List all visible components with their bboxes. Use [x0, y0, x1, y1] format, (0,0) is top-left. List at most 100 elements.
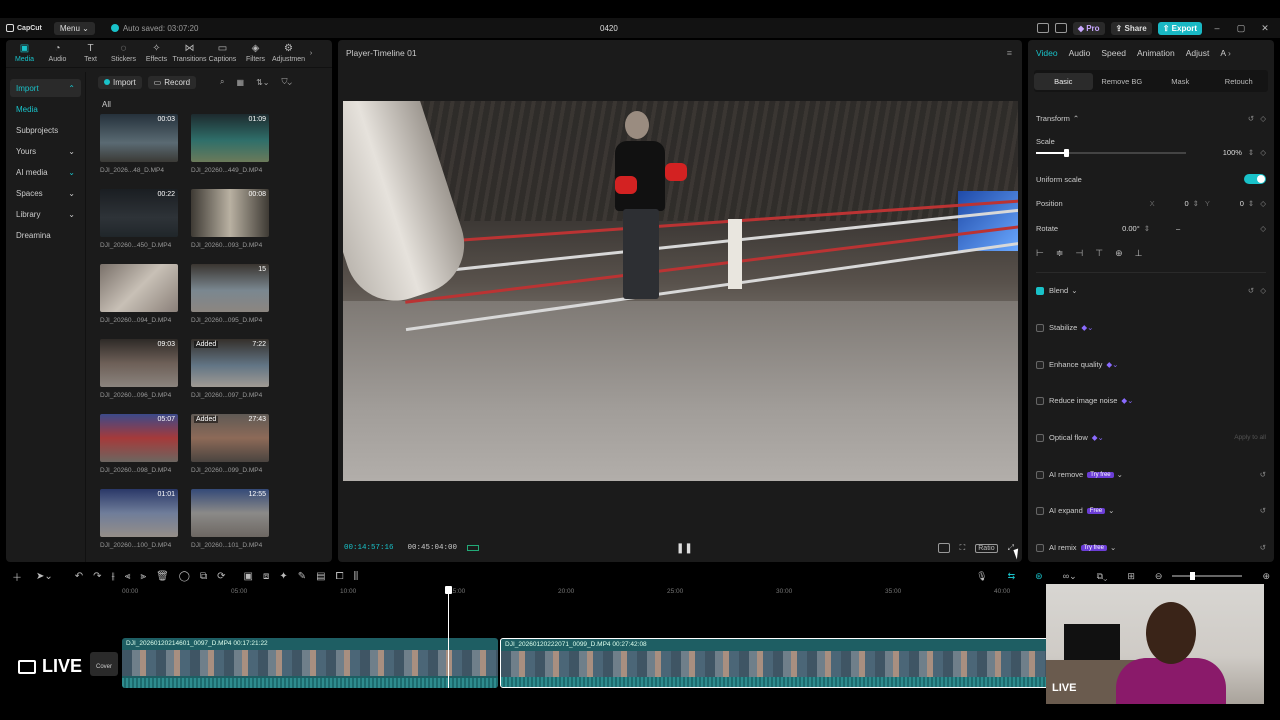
zoom-out-icon[interactable]: ⊖ — [1155, 571, 1163, 582]
tab-effects[interactable]: ✧ Effects — [140, 40, 173, 67]
keyframe-icon[interactable]: ◇ — [1260, 286, 1266, 295]
transform-header[interactable]: Transform ⌃ ↺ ◇ — [1036, 114, 1266, 123]
tab-video[interactable]: Video — [1034, 48, 1067, 58]
sidebar-item-spaces[interactable]: Spaces ⌄ — [10, 184, 81, 202]
checkbox[interactable] — [1036, 323, 1044, 332]
import-button[interactable]: Import — [98, 75, 142, 89]
mark-icon[interactable]: ◯ — [179, 571, 190, 582]
media-item[interactable]: 05:07 DJI_20260...098_D.MP4 — [100, 414, 180, 489]
subtab-mask[interactable]: Mask — [1151, 73, 1210, 90]
reset-icon[interactable]: ↺ — [1260, 506, 1266, 515]
align-center-icon[interactable]: ≑ — [1056, 248, 1064, 259]
preview-axis-icon[interactable]: ⧉⌄ — [1097, 571, 1108, 582]
microphone-icon[interactable]: 🎙 — [976, 571, 987, 582]
split-right-icon[interactable]: ⫸ — [140, 571, 146, 582]
align-right-icon[interactable]: ⊣ — [1075, 248, 1083, 259]
tab-adjust[interactable]: Adjust — [1184, 48, 1219, 58]
sidebar-item-media[interactable]: Media — [10, 100, 81, 118]
speed-icon[interactable]: ⟳ — [217, 571, 225, 582]
position-y-field[interactable]: Y 0 ⇕ — [1205, 199, 1254, 208]
keyframe-icon[interactable]: ◇ — [1260, 114, 1266, 123]
align-left-icon[interactable]: ⊢ — [1036, 248, 1044, 259]
filter-all[interactable]: All — [102, 100, 111, 109]
tools-next-icon[interactable]: › — [305, 40, 317, 67]
add-track-icon[interactable]: ＋ — [12, 569, 22, 584]
sort-icon[interactable]: ⇅⌄ — [256, 78, 269, 87]
minimize-icon[interactable]: – — [1208, 23, 1226, 33]
sidebar-item-ai-media[interactable]: AI media ⌄ — [10, 163, 81, 181]
split-icon[interactable]: ⫲ — [112, 571, 115, 582]
crop-icon[interactable]: ⧉ — [200, 571, 207, 582]
filter-icon[interactable]: ⛉⌄ — [281, 77, 291, 87]
fit-icon[interactable]: ⊞ — [1127, 571, 1135, 582]
checkbox[interactable] — [1036, 286, 1044, 295]
player-menu-icon[interactable]: ≡ — [1007, 48, 1012, 58]
stepper-icon[interactable]: ⇕ — [1144, 224, 1150, 233]
tab-animation[interactable]: Animation — [1135, 48, 1184, 58]
project-title[interactable]: 0420 — [600, 24, 618, 33]
scale-slider[interactable] — [1036, 148, 1186, 157]
magic-icon[interactable]: ✎ — [298, 571, 306, 582]
quality-icon[interactable] — [937, 543, 950, 553]
split-left-icon[interactable]: ⫷ — [125, 571, 131, 582]
timeline-clip-2[interactable]: DJI_20260120222071_0099_D.MP4 00:27:42:0… — [500, 638, 1050, 688]
apply-to-all-button[interactable]: Apply to all — [1234, 434, 1266, 441]
layout-icon[interactable] — [1036, 23, 1049, 33]
media-item[interactable]: Added 27:43 DJI_20260...099_D.MP4 — [191, 414, 271, 489]
caption-tool-icon[interactable]: ▤ — [316, 571, 325, 582]
media-item[interactable]: 01:01 DJI_20260...100_D.MP4 — [100, 489, 180, 564]
ai-cutout-icon[interactable]: ✦ — [279, 571, 287, 582]
media-item[interactable]: 09:03 DJI_20260...096_D.MP4 — [100, 339, 180, 414]
stepper-icon[interactable]: ⇕ — [1193, 199, 1199, 208]
pro-button[interactable]: ◆ Pro — [1072, 21, 1105, 35]
tabs-next-icon[interactable]: › — [1228, 48, 1231, 58]
tab-stickers[interactable]: ◌ Stickers — [107, 40, 140, 67]
reset-icon[interactable]: ↺ — [1260, 470, 1266, 479]
keyframe-icon[interactable]: ◇ — [1260, 148, 1266, 157]
crop-icon[interactable]: ⛶ — [960, 543, 966, 553]
ratio-button[interactable]: Ratio — [975, 543, 998, 553]
subtab-retouch[interactable]: Retouch — [1210, 73, 1269, 90]
grid-view-icon[interactable]: ▦ — [237, 78, 245, 87]
video-preview[interactable] — [343, 101, 1018, 481]
freeze-icon[interactable]: ▣ — [244, 571, 253, 582]
subtitle-icon[interactable]: ⧠ — [336, 571, 344, 582]
subtab-basic[interactable]: Basic — [1034, 72, 1093, 90]
export-button[interactable]: ⇧ Export — [1157, 21, 1202, 35]
timecode-format-icon[interactable] — [467, 545, 480, 551]
option-reduce-noise[interactable]: Reduce image noise ◆⌄ — [1036, 396, 1266, 405]
reset-icon[interactable]: ↺ — [1248, 286, 1254, 295]
keyframe-icon[interactable]: ◇ — [1260, 199, 1266, 208]
checkbox[interactable] — [1036, 506, 1044, 515]
tab-media[interactable]: ▣ Media — [8, 40, 41, 67]
media-item[interactable]: 01:09 DJI_20260...449_D.MP4 — [191, 114, 271, 189]
linkage-icon[interactable]: ⊛ — [1035, 571, 1043, 582]
redo-icon[interactable]: ↷ — [93, 571, 101, 582]
rotate-flip-button[interactable]: – — [1176, 224, 1180, 233]
sidebar-item-import[interactable]: Import ⌃ — [10, 79, 81, 97]
zoom-slider[interactable] — [1172, 572, 1243, 580]
stepper-icon[interactable]: ⇕ — [1248, 148, 1254, 157]
tab-speed[interactable]: Speed — [1099, 48, 1135, 58]
align-middle-icon[interactable]: ⊕ — [1115, 248, 1123, 259]
tab-audio[interactable]: ◔ Audio — [41, 40, 74, 67]
option-ai-expand[interactable]: AI expand Free ⌄ ↺ — [1036, 506, 1266, 515]
menu-button[interactable]: Menu ⌄ — [53, 21, 95, 35]
audio-split-icon[interactable]: ⫼ — [354, 571, 359, 582]
tab-text[interactable]: T Text — [74, 40, 107, 67]
stepper-icon[interactable]: ⇕ — [1248, 199, 1254, 208]
media-item[interactable]: Added 7:22 DJI_20260...097_D.MP4 — [191, 339, 271, 414]
search-icon[interactable]: ⌕ — [220, 77, 224, 87]
scale-value[interactable]: 100% — [1223, 148, 1242, 157]
align-bottom-icon[interactable]: ⊥ — [1135, 248, 1143, 259]
tab-filters[interactable]: ◈ Filters — [239, 40, 272, 67]
tab-captions[interactable]: ▭ Captions — [206, 40, 239, 67]
tab-audio[interactable]: Audio — [1067, 48, 1100, 58]
undo-icon[interactable]: ↶ — [75, 571, 83, 582]
checkbox[interactable] — [1036, 360, 1044, 369]
sidebar-item-subprojects[interactable]: Subprojects — [10, 121, 81, 139]
main-track-magnet-icon[interactable]: ⇆ — [1008, 571, 1016, 582]
tab-adjustment[interactable]: ⚙ Adjustmen — [272, 40, 305, 67]
snap-icon[interactable]: ∞⌄ — [1063, 571, 1077, 582]
sidebar-item-dreamina[interactable]: Dreamina — [10, 226, 81, 244]
